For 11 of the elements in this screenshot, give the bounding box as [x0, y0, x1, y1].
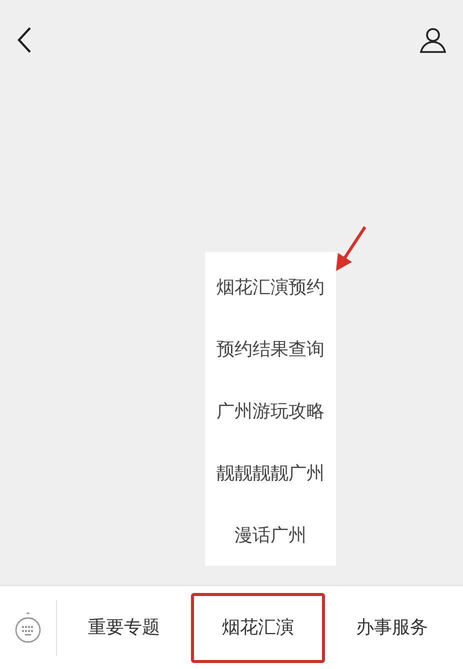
- back-icon[interactable]: [16, 26, 34, 54]
- menu-item[interactable]: 烟花汇演预约: [216, 274, 324, 300]
- menu-item[interactable]: 漫话广州: [234, 522, 306, 548]
- tab[interactable]: 办事服务: [325, 592, 459, 662]
- tab[interactable]: 烟花汇演: [191, 592, 325, 662]
- keyboard-icon[interactable]: [13, 610, 44, 644]
- menu-item[interactable]: 预约结果查询: [216, 336, 324, 362]
- menu-item[interactable]: 广州游玩攻略: [216, 398, 324, 424]
- menu-item[interactable]: 靓靓靓靓广州: [216, 460, 324, 486]
- tab[interactable]: 重要专题: [57, 592, 191, 662]
- user-icon[interactable]: [419, 26, 447, 54]
